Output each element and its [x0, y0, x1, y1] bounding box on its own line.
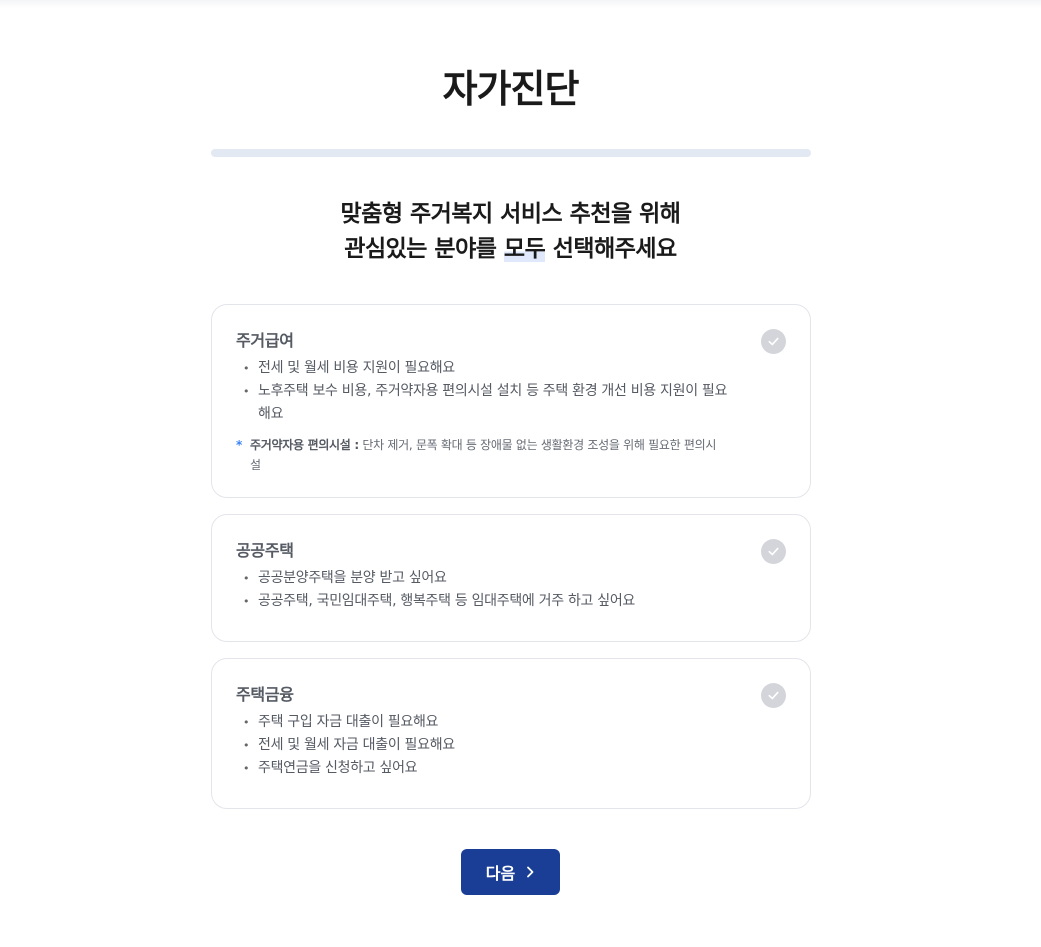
card-title: 주택금융	[236, 685, 294, 704]
instruction-heading: 맞춤형 주거복지 서비스 추천을 위해 관심있는 분야를 모두 선택해주세요	[0, 197, 1021, 267]
chevron-right-icon	[527, 866, 534, 878]
list-item: 공공주택, 국민임대주택, 행복주택 등 임대주택에 거주 하고 싶어요	[236, 590, 736, 613]
asterisk-icon: *	[236, 438, 242, 452]
card-bullet-list: 주택 구입 자금 대출이 필요해요 전세 및 월세 자금 대출이 필요해요 주택…	[236, 711, 736, 780]
list-item: 전세 및 월세 비용 지원이 필요해요	[236, 357, 736, 380]
option-card-housing-finance[interactable]: 주택금융 주택 구입 자금 대출이 필요해요 전세 및 월세 자금 대출이 필요…	[211, 658, 811, 809]
card-title: 공공주택	[236, 541, 294, 560]
heading-highlight: 모두	[503, 236, 546, 262]
page-title: 자가진단	[442, 67, 580, 111]
card-bullet-list: 공공분양주택을 분양 받고 싶어요 공공주택, 국민임대주택, 행복주택 등 임…	[236, 567, 736, 613]
check-icon[interactable]	[761, 683, 786, 708]
card-title: 주거급여	[236, 331, 294, 350]
top-divider	[0, 0, 1041, 8]
progress-fill	[211, 149, 811, 157]
heading-line-1: 맞춤형 주거복지 서비스 추천을 위해	[340, 201, 681, 227]
option-card-housing-benefit[interactable]: 주거급여 전세 및 월세 비용 지원이 필요해요 노후주택 보수 비용, 주거약…	[211, 304, 811, 498]
note-term: 주거약자용 편의시설 :	[250, 438, 359, 452]
heading-line-2-post: 선택해주세요	[545, 236, 677, 262]
progress-bar	[211, 149, 811, 157]
check-icon[interactable]	[761, 329, 786, 354]
list-item: 전세 및 월세 자금 대출이 필요해요	[236, 734, 736, 757]
card-bullet-list: 전세 및 월세 비용 지원이 필요해요 노후주택 보수 비용, 주거약자용 편의…	[236, 357, 736, 426]
option-card-public-housing[interactable]: 공공주택 공공분양주택을 분양 받고 싶어요 공공주택, 국민임대주택, 행복주…	[211, 514, 811, 642]
list-item: 공공분양주택을 분양 받고 싶어요	[236, 567, 736, 590]
list-item: 주택 구입 자금 대출이 필요해요	[236, 711, 736, 734]
next-button[interactable]: 다음	[461, 849, 560, 895]
card-note: * 주거약자용 편의시설 : 단차 제거, 문폭 확대 등 장애물 없는 생활환경…	[236, 435, 726, 475]
check-icon[interactable]	[761, 539, 786, 564]
heading-line-2-pre: 관심있는 분야를	[344, 236, 504, 262]
next-button-label: 다음	[485, 864, 516, 883]
list-item: 노후주택 보수 비용, 주거약자용 편의시설 설치 등 주택 환경 개선 비용 …	[236, 380, 736, 426]
list-item: 주택연금을 신청하고 싶어요	[236, 757, 736, 780]
